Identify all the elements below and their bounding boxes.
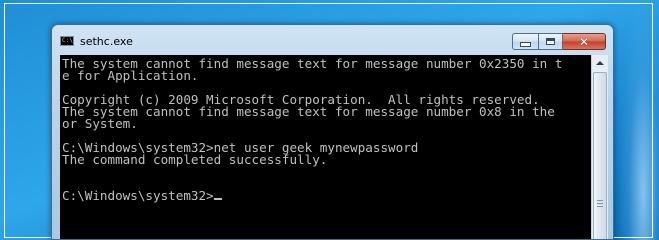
console-line: e for Application.	[62, 68, 199, 83]
grip-icon	[597, 200, 603, 207]
desktop-background-glow	[620, 0, 659, 240]
scroll-up-button[interactable]	[592, 55, 608, 71]
maximize-icon	[546, 38, 555, 45]
vertical-scrollbar[interactable]	[591, 55, 608, 239]
console-prompt: C:\Windows\system32>	[62, 188, 214, 203]
close-button[interactable]: ✕	[563, 33, 606, 50]
text-cursor	[213, 198, 222, 200]
minimize-icon	[520, 42, 531, 47]
window-title: sethc.exe	[80, 35, 133, 48]
scroll-thumb[interactable]	[593, 72, 607, 239]
maximize-button[interactable]	[538, 33, 563, 50]
console-lines: The system cannot find message text for …	[62, 57, 562, 203]
console-line: or System.	[62, 116, 138, 131]
close-icon: ✕	[578, 34, 590, 49]
title-bar[interactable]: C:\ sethc.exe ✕	[52, 25, 613, 55]
console-window: C:\ sethc.exe ✕ The system cannot find m…	[51, 24, 614, 240]
arrow-up-icon	[596, 61, 604, 65]
console-prompt-line: C:\Windows\system32>	[62, 188, 562, 203]
console-output[interactable]: The system cannot find message text for …	[60, 55, 591, 239]
cmd-icon: C:\	[60, 36, 74, 46]
minimize-button[interactable]	[512, 33, 538, 50]
console-line: The command completed successfully.	[62, 152, 328, 167]
caption-buttons: ✕	[512, 33, 606, 51]
